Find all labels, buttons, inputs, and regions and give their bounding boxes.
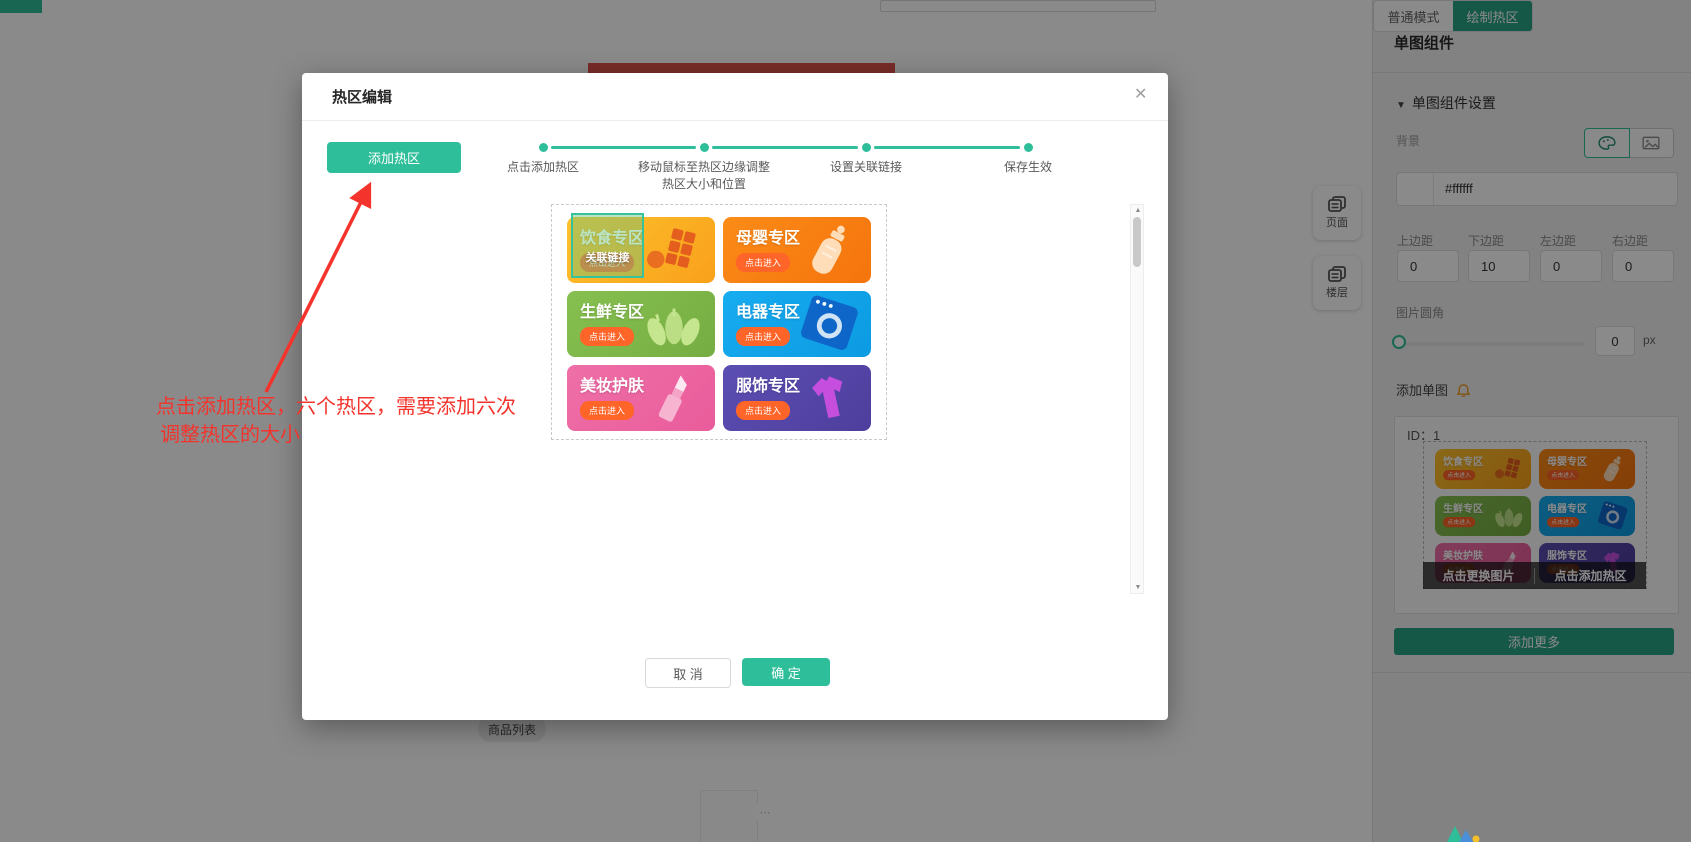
page-builder-app: 商品列表 ⋯ 页面楼层 单图组件 ▼单图组件设置 背景 #ffffff 上边距下…	[0, 0, 1691, 842]
tile-badge: 点击进入	[736, 327, 790, 346]
step-label-1: 点击添加热区	[468, 159, 618, 176]
cancel-button[interactable]: 取 消	[645, 658, 731, 688]
tile-badge: 点击进入	[736, 253, 790, 272]
step-label-3: 设置关联链接	[791, 159, 941, 176]
food-icon	[635, 221, 713, 279]
hotspot-rectangle[interactable]: 关联链接	[571, 213, 644, 278]
step-connector	[874, 146, 1020, 149]
modal-header-divider	[302, 120, 1168, 121]
lipstick-icon	[635, 369, 713, 427]
step-dot-2	[700, 143, 709, 152]
tile-badge: 点击进入	[580, 401, 634, 420]
washing-machine-icon	[791, 295, 869, 353]
step-dot-1	[539, 143, 548, 152]
promo-tile-电器专区[interactable]: 电器专区点击进入	[723, 291, 871, 357]
step-label-4: 保存生效	[953, 159, 1103, 176]
step-connector	[551, 146, 696, 149]
add-hotspot-button[interactable]: 添加热区	[327, 142, 461, 173]
step-dot-3	[862, 143, 871, 152]
modal-title: 热区编辑	[332, 86, 392, 107]
step-connector	[712, 146, 858, 149]
hotspot-image-frame[interactable]: 饮食专区点击进入母婴专区点击进入生鲜专区点击进入电器专区点击进入美妆护肤点击进入…	[551, 204, 887, 440]
builder-watermark-logo	[1445, 826, 1487, 842]
vegetables-icon	[635, 295, 713, 353]
scroll-down-icon[interactable]: ▼	[1133, 584, 1143, 591]
promo-tile-服饰专区[interactable]: 服饰专区点击进入	[723, 365, 871, 431]
promo-tile-生鲜专区[interactable]: 生鲜专区点击进入	[567, 291, 715, 357]
tile-badge: 点击进入	[580, 327, 634, 346]
scroll-up-icon[interactable]: ▲	[1133, 207, 1143, 214]
baby-bottle-icon	[791, 221, 869, 279]
modal-scrollbar[interactable]: ▲ ▼	[1130, 204, 1144, 594]
step-label-2: 移动鼠标至热区边缘调整热区大小和位置	[634, 159, 774, 193]
tile-badge: 点击进入	[736, 401, 790, 420]
scrollbar-thumb[interactable]	[1133, 217, 1141, 267]
promo-tile-母婴专区[interactable]: 母婴专区点击进入	[723, 217, 871, 283]
hotspot-link-label: 关联链接	[575, 249, 640, 265]
step-dot-4	[1024, 143, 1033, 152]
confirm-button[interactable]: 确 定	[742, 658, 830, 686]
clothes-icon	[791, 369, 869, 427]
promo-tile-美妆护肤[interactable]: 美妆护肤点击进入	[567, 365, 715, 431]
hotspot-edit-modal: 热区编辑 ✕ 添加热区 点击添加热区移动鼠标至热区边缘调整热区大小和位置设置关联…	[302, 73, 1168, 720]
close-icon[interactable]: ✕	[1134, 87, 1147, 103]
